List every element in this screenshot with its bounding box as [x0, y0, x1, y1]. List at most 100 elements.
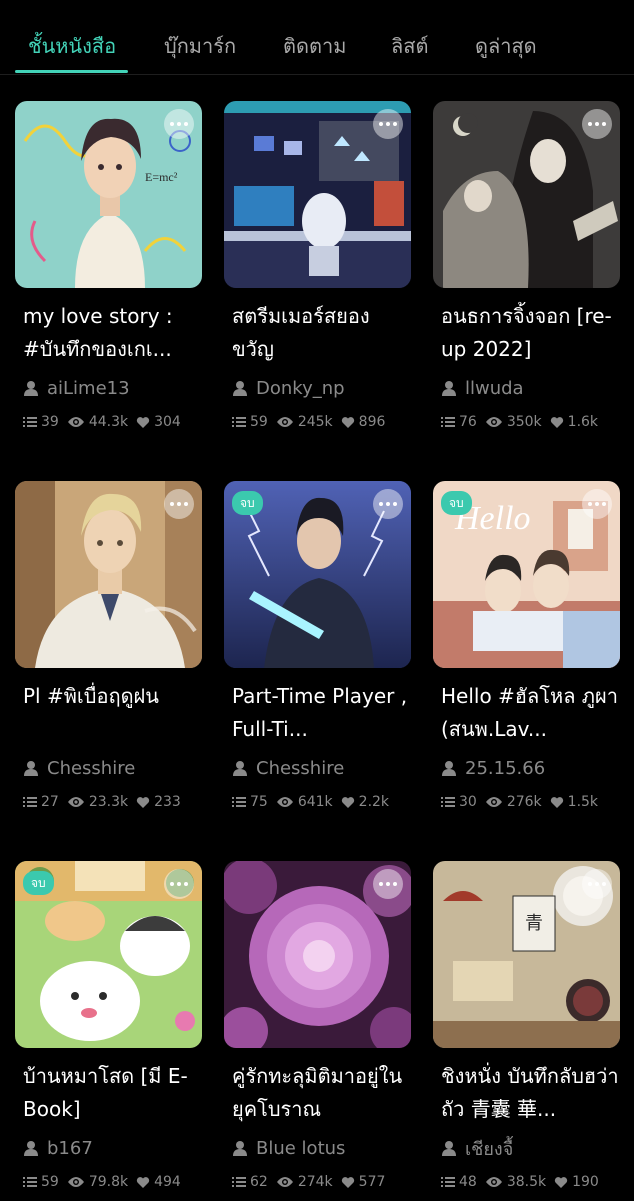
- book-title[interactable]: คู่รักทะลุมิติมาอยู่ในยุคโบราณ: [232, 1060, 410, 1126]
- more-dots-icon: [170, 502, 174, 506]
- book-card[interactable]: คู่รักทะลุมิติมาอยู่ในยุคโบราณ Blue lotu…: [224, 861, 411, 1201]
- book-stats: 27 23.3k 233: [23, 792, 189, 812]
- eye-icon: [276, 797, 293, 807]
- book-author[interactable]: เชียงจื้: [441, 1136, 513, 1160]
- book-cover[interactable]: [224, 101, 411, 288]
- book-card[interactable]: สตรีมเมอร์สยองขวัญ Donky_np 59 245k 896: [224, 101, 411, 441]
- eye-icon: [485, 1177, 502, 1187]
- tab-lists[interactable]: ลิสต์: [391, 30, 428, 60]
- more-options-button[interactable]: [164, 109, 194, 139]
- like-count: 1.6k: [550, 414, 598, 430]
- book-cover[interactable]: E=mc²: [15, 101, 202, 288]
- more-dots-icon: [170, 122, 174, 126]
- book-title[interactable]: Part-Time Player , Full-Ti...: [232, 680, 410, 746]
- book-author[interactable]: Blue lotus: [232, 1136, 345, 1160]
- like-count-value: 1.6k: [567, 414, 599, 430]
- chapter-count-value: 62: [250, 1174, 268, 1190]
- author-name: Donky_np: [256, 377, 345, 399]
- book-card[interactable]: E=mc² my love story : #บันทึกของเกเ... a…: [15, 101, 202, 441]
- book-author[interactable]: Chesshire: [23, 756, 135, 780]
- person-icon: [233, 761, 247, 776]
- person-icon: [24, 761, 38, 776]
- like-count-value: 233: [154, 794, 181, 810]
- tab-bookshelf[interactable]: ชั้นหนังสือ: [28, 30, 116, 60]
- person-icon: [233, 381, 247, 396]
- book-card[interactable]: 青 ชิงหนั่ง บันทึกลับฮว่าถัว 青囊 華... เชีย…: [433, 861, 620, 1201]
- author-name: llwuda: [465, 377, 524, 399]
- chapter-count-value: 39: [41, 414, 59, 430]
- like-count: 304: [136, 414, 181, 430]
- book-cover[interactable]: [433, 101, 620, 288]
- book-card[interactable]: Hello จบ Hello #ฮัลโหล ภูผา (สนพ.Lav... …: [433, 481, 620, 821]
- chapter-count: 59: [23, 1174, 59, 1190]
- more-dots-icon: [379, 502, 383, 506]
- heart-icon: [550, 416, 563, 428]
- more-options-button[interactable]: [373, 489, 403, 519]
- list-icon: [232, 417, 246, 427]
- book-card[interactable]: Pl #พิเบื่อฤดูฝน Chesshire 27 23.3k 233: [15, 481, 202, 821]
- book-cover[interactable]: จบ: [15, 861, 202, 1048]
- book-cover[interactable]: [15, 481, 202, 668]
- author-name: Chesshire: [256, 757, 345, 779]
- heart-icon: [341, 1176, 354, 1188]
- book-title[interactable]: Hello #ฮัลโหล ภูผา (สนพ.Lav...: [441, 680, 619, 746]
- view-count: 79.8k: [67, 1174, 128, 1190]
- book-title[interactable]: สตรีมเมอร์สยองขวัญ: [232, 300, 410, 366]
- book-title[interactable]: ชิงหนั่ง บันทึกลับฮว่าถัว 青囊 華...: [441, 1060, 619, 1126]
- more-options-button[interactable]: [582, 489, 612, 519]
- book-author[interactable]: aiLime13: [23, 376, 130, 400]
- person-icon: [24, 381, 38, 396]
- author-name: b167: [47, 1137, 93, 1159]
- more-dots-icon: [588, 502, 592, 506]
- more-options-button[interactable]: [582, 109, 612, 139]
- person-icon: [442, 381, 456, 396]
- tab-following[interactable]: ติดตาม: [283, 30, 346, 60]
- eye-icon: [67, 417, 84, 427]
- more-options-button[interactable]: [373, 869, 403, 899]
- book-card[interactable]: อนธการจิ้งจอก [re-up 2022] llwuda 76 350…: [433, 101, 620, 441]
- like-count-value: 577: [358, 1174, 386, 1190]
- view-count-value: 276k: [506, 794, 542, 810]
- book-author[interactable]: Donky_np: [232, 376, 345, 400]
- more-options-button[interactable]: [373, 109, 403, 139]
- completed-badge: จบ: [23, 871, 54, 895]
- list-icon: [23, 417, 37, 427]
- book-stats: 76 350k 1.6k: [441, 412, 606, 432]
- chapter-count: 48: [441, 1174, 477, 1190]
- book-cover[interactable]: 青: [433, 861, 620, 1048]
- more-options-button[interactable]: [582, 869, 612, 899]
- author-name: 25.15.66: [465, 757, 546, 779]
- book-cover[interactable]: [224, 861, 411, 1048]
- view-count: 23.3k: [67, 794, 128, 810]
- tab-recent[interactable]: ดูล่าสุด: [475, 30, 537, 60]
- view-count-value: 44.3k: [88, 414, 129, 430]
- completed-badge: จบ: [441, 491, 472, 515]
- book-author[interactable]: 25.15.66: [441, 756, 545, 780]
- book-title[interactable]: บ้านหมาโสด [มี E-Book]: [23, 1060, 201, 1126]
- more-options-button[interactable]: [164, 489, 194, 519]
- book-author[interactable]: llwuda: [441, 376, 524, 400]
- tab-bar: ชั้นหนังสือ บุ๊กมาร์ก ติดตาม ลิสต์ ดูล่า…: [0, 0, 634, 75]
- book-card[interactable]: จบ Part-Time Player , Full-Ti... Chesshi…: [224, 481, 411, 821]
- list-icon: [23, 797, 37, 807]
- list-icon: [441, 1177, 455, 1187]
- book-title[interactable]: Pl #พิเบื่อฤดูฝน: [23, 680, 201, 713]
- book-cover[interactable]: Hello จบ: [433, 481, 620, 668]
- book-author[interactable]: b167: [23, 1136, 93, 1160]
- heart-icon: [136, 796, 150, 808]
- book-cover[interactable]: จบ: [224, 481, 411, 668]
- like-count: 896: [341, 414, 385, 430]
- book-card[interactable]: จบ บ้านหมาโสด [มี E-Book] b167 59 79.8k …: [15, 861, 202, 1201]
- more-options-button[interactable]: [164, 869, 194, 899]
- book-stats: 62 274k 577: [232, 1172, 393, 1192]
- person-icon: [24, 1141, 38, 1156]
- book-stats: 75 641k 2.2k: [232, 792, 397, 812]
- tab-bookmarks[interactable]: บุ๊กมาร์ก: [164, 30, 236, 60]
- chapter-count-value: 59: [250, 414, 268, 430]
- book-title[interactable]: อนธการจิ้งจอก [re-up 2022]: [441, 300, 619, 366]
- book-stats: 39 44.3k 304: [23, 412, 189, 432]
- heart-icon: [341, 416, 354, 428]
- more-dots-icon: [379, 882, 383, 886]
- book-title[interactable]: my love story : #บันทึกของเกเ...: [23, 300, 201, 366]
- book-author[interactable]: Chesshire: [232, 756, 344, 780]
